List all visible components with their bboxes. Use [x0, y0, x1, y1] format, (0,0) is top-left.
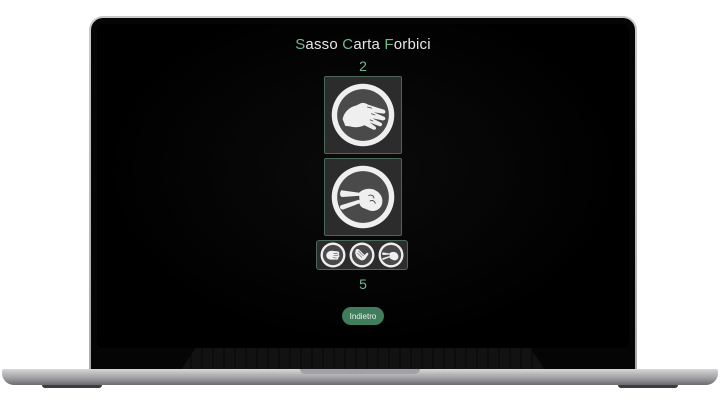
scissors-hand-icon	[331, 165, 395, 229]
rock-hand-icon	[320, 242, 346, 268]
opponent-choice-card	[324, 76, 402, 154]
opponent-score: 2	[359, 58, 367, 74]
title-letter: C	[342, 36, 354, 53]
laptop-foot	[42, 385, 102, 388]
title-letter: F	[384, 36, 394, 53]
laptop-bezel: Sasso Carta Forbici 2 5 Indietro	[91, 18, 635, 372]
back-button[interactable]: Indietro	[342, 307, 384, 325]
laptop-screen: Sasso Carta Forbici 2 5 Indietro	[97, 24, 629, 348]
choice-bar	[316, 240, 408, 270]
paper-hand-icon	[331, 83, 395, 147]
player-score: 5	[359, 276, 367, 292]
game-app: Sasso Carta Forbici 2 5 Indietro	[97, 24, 629, 348]
laptop-foot	[618, 385, 678, 388]
title-word: asso	[305, 36, 338, 53]
paper-hand-icon	[349, 242, 375, 268]
laptop-lid: Sasso Carta Forbici 2 5 Indietro	[89, 16, 637, 372]
scissors-hand-icon	[378, 242, 404, 268]
title-letter: S	[295, 36, 306, 53]
choice-scissors-button[interactable]	[378, 242, 404, 268]
choice-paper-button[interactable]	[349, 242, 375, 268]
player-choice-card	[324, 158, 402, 236]
choice-rock-button[interactable]	[320, 242, 346, 268]
title-word: orbici	[393, 36, 431, 53]
laptop-notch	[300, 369, 420, 374]
page-title: Sasso Carta Forbici	[97, 36, 629, 53]
keyboard-reflection	[181, 348, 545, 370]
title-word: arta	[353, 36, 380, 53]
laptop-base	[2, 369, 718, 388]
